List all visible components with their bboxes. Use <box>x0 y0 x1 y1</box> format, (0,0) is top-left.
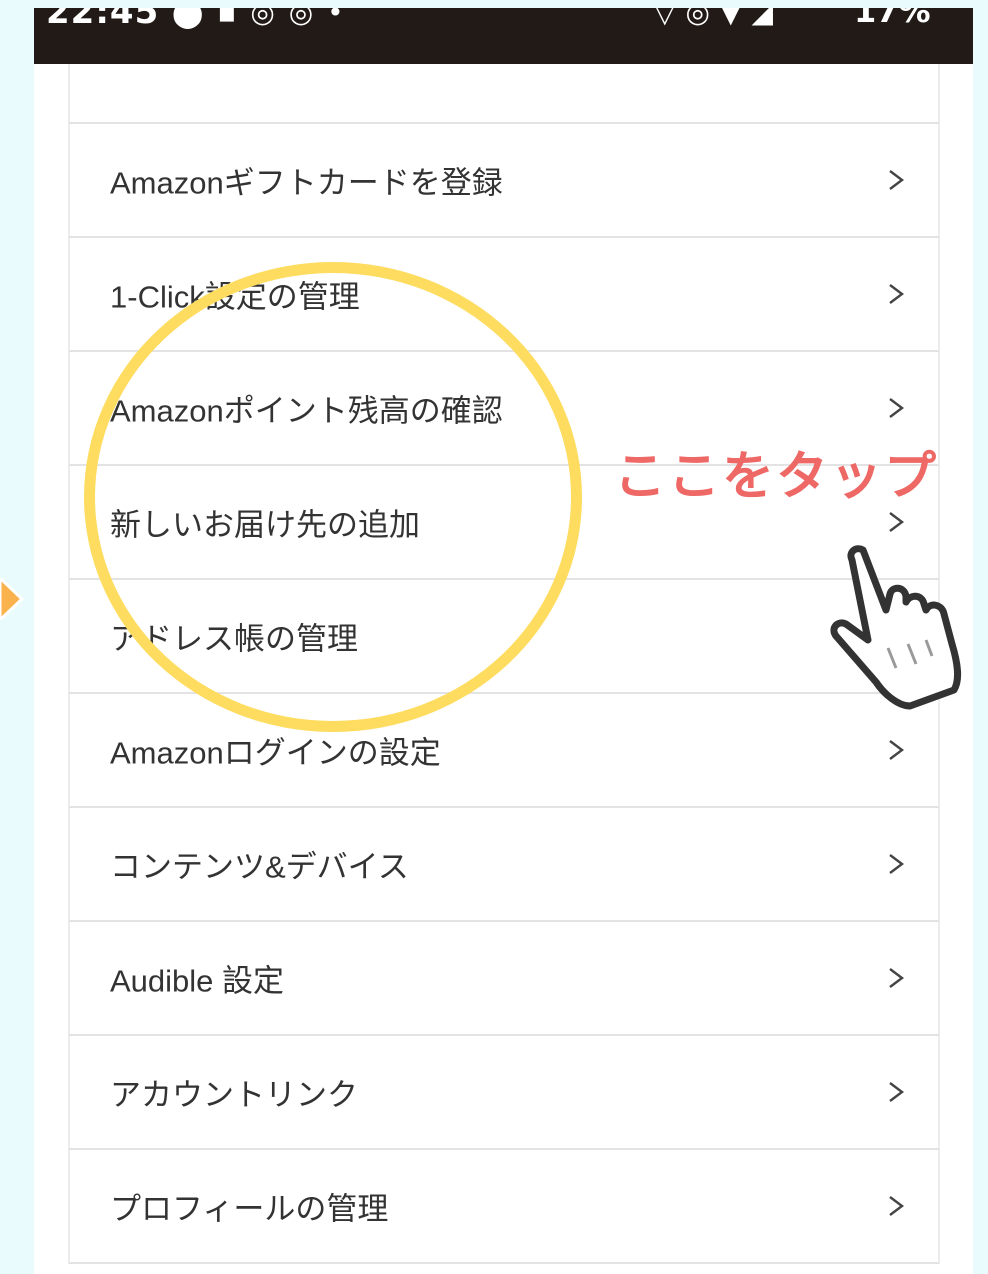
list-item-register-gift-card[interactable]: Amazonギフトカードを登録 <box>68 124 940 238</box>
list-item-content-devices[interactable]: コンテンツ&デバイス <box>68 808 940 922</box>
list-item-address-book[interactable]: アドレス帳の管理 <box>68 580 940 694</box>
chevron-right-icon <box>886 740 906 760</box>
list-item-profile-management[interactable]: プロフィールの管理 <box>68 1150 940 1264</box>
chevron-right-icon <box>886 170 906 190</box>
chevron-right-icon <box>886 854 906 874</box>
list-item-label: Amazonログインの設定 <box>110 735 441 771</box>
list-item-login-settings[interactable]: Amazonログインの設定 <box>68 694 940 808</box>
chevron-right-icon <box>886 284 906 304</box>
list-item-label: アドレス帳の管理 <box>110 621 358 657</box>
list-item-label: Amazonポイント残高の確認 <box>110 393 503 429</box>
left-arrow-icon <box>0 578 24 620</box>
list-item-partial <box>68 64 940 124</box>
list-item-label: プロフィールの管理 <box>110 1191 389 1227</box>
battery-level: 17% <box>854 8 931 30</box>
pointing-hand-icon <box>830 545 962 710</box>
list-item-label: Audible 設定 <box>110 963 285 999</box>
list-item-1-click-settings[interactable]: 1-Click設定の管理 <box>68 238 940 352</box>
chevron-right-icon <box>886 1196 906 1216</box>
status-bar: 22:45 ⬤▪◎◎• ▽◎▼◢ 17% <box>34 8 973 64</box>
notification-icons: ⬤▪◎◎• <box>172 8 358 29</box>
status-time: 22:45 <box>46 8 160 32</box>
chevron-right-icon <box>886 1082 906 1102</box>
list-item-label: アカウントリンク <box>110 1077 358 1113</box>
list-item-label: Amazonギフトカードを登録 <box>110 165 503 201</box>
tap-here-callout: ここをタップ <box>614 447 939 507</box>
chevron-right-icon <box>886 512 906 532</box>
list-item-label: 新しいお届け先の追加 <box>110 507 420 543</box>
list-item-label: 1-Click設定の管理 <box>110 279 360 315</box>
list-item-label: コンテンツ&デバイス <box>110 849 409 885</box>
list-item-account-link[interactable]: アカウントリンク <box>68 1036 940 1150</box>
system-icons: ▽◎▼◢ <box>654 8 784 29</box>
chevron-right-icon <box>886 968 906 988</box>
chevron-right-icon <box>886 398 906 418</box>
list-item-audible-settings[interactable]: Audible 設定 <box>68 922 940 1036</box>
